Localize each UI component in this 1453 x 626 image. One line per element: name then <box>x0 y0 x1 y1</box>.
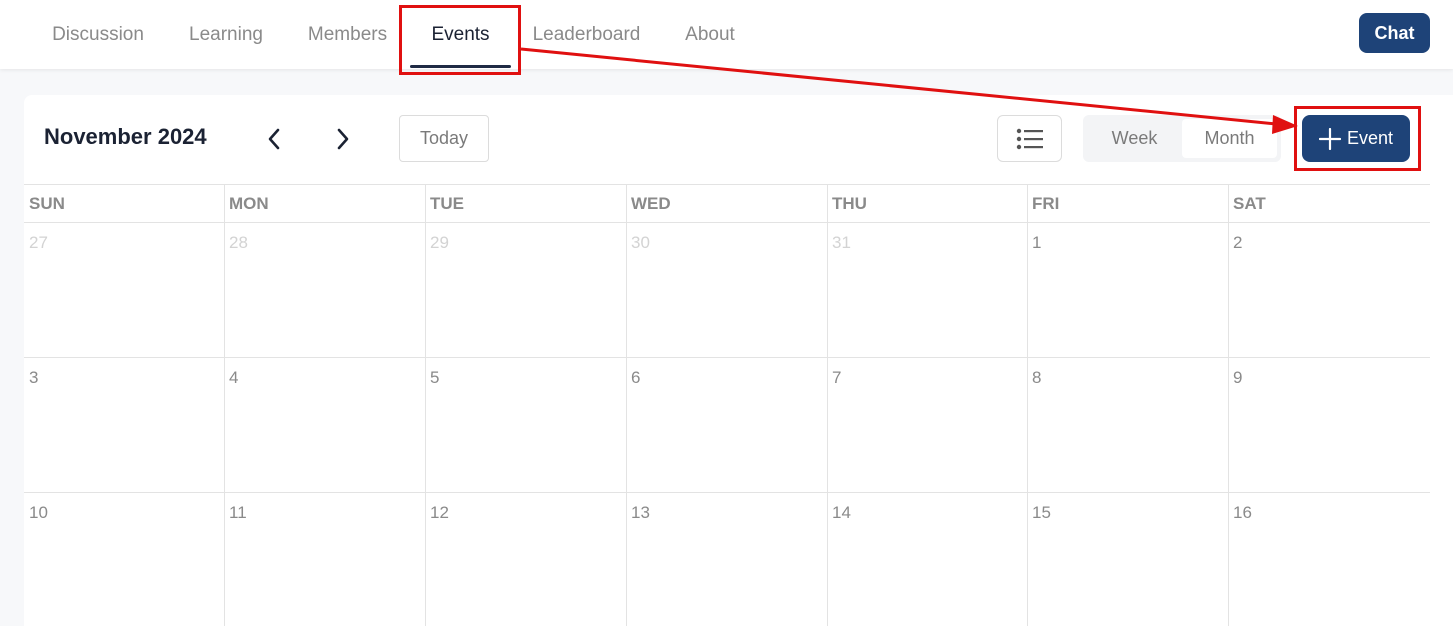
day-number: 9 <box>1233 368 1243 387</box>
day-cell[interactable]: 28 <box>225 223 425 357</box>
day-cell[interactable]: 5 <box>426 358 626 492</box>
next-month-button[interactable] <box>328 122 358 156</box>
tab-members[interactable]: Members <box>305 0 390 69</box>
day-cell[interactable]: 15 <box>1028 493 1228 626</box>
chat-button[interactable]: Chat <box>1359 13 1430 53</box>
day-cell[interactable]: 8 <box>1028 358 1228 492</box>
tab-discussion[interactable]: Discussion <box>49 0 147 69</box>
add-event-label: Event <box>1346 128 1394 148</box>
day-cell[interactable]: 30 <box>627 223 827 357</box>
day-number: 14 <box>832 503 851 522</box>
day-number: 8 <box>1032 368 1042 387</box>
tab-learning[interactable]: Learning <box>187 0 265 69</box>
day-number: 3 <box>29 368 39 387</box>
today-button[interactable]: Today <box>399 115 489 162</box>
weekday-header-tue: TUE <box>430 194 464 213</box>
weekday-header-wed: WED <box>631 194 671 213</box>
view-toggle: Week Month <box>1083 115 1281 162</box>
chevron-left-icon <box>268 128 280 150</box>
day-number: 10 <box>29 503 48 522</box>
day-number: 7 <box>832 368 842 387</box>
weekday-header-mon: MON <box>229 194 269 213</box>
list-icon <box>1016 128 1043 149</box>
day-cell[interactable]: 31 <box>828 223 1027 357</box>
day-number: 2 <box>1233 233 1243 252</box>
day-number: 27 <box>29 233 48 252</box>
day-number: 1 <box>1032 233 1042 252</box>
day-cell[interactable]: 12 <box>426 493 626 626</box>
day-cell[interactable]: 14 <box>828 493 1027 626</box>
day-cell[interactable]: 27 <box>25 223 224 357</box>
list-view-button[interactable] <box>997 115 1062 162</box>
day-cell[interactable]: 10 <box>25 493 224 626</box>
tab-leaderboard[interactable]: Leaderboard <box>530 0 643 69</box>
active-tab-indicator <box>410 65 511 68</box>
day-cell[interactable]: 9 <box>1229 358 1430 492</box>
day-cell[interactable]: 6 <box>627 358 827 492</box>
day-cell[interactable]: 2 <box>1229 223 1430 357</box>
day-number: 4 <box>229 368 239 387</box>
day-number: 6 <box>631 368 641 387</box>
day-number: 13 <box>631 503 650 522</box>
day-number: 11 <box>229 503 247 522</box>
day-cell[interactable]: 7 <box>828 358 1027 492</box>
prev-month-button[interactable] <box>259 122 289 156</box>
day-cell[interactable]: 29 <box>426 223 626 357</box>
day-cell[interactable]: 4 <box>225 358 425 492</box>
day-cell[interactable]: 11 <box>225 493 425 626</box>
day-cell[interactable]: 13 <box>627 493 827 626</box>
chevron-right-icon <box>337 128 349 150</box>
day-number: 29 <box>430 233 449 252</box>
plus-icon <box>1318 127 1341 150</box>
day-number: 12 <box>430 503 449 522</box>
day-number: 5 <box>430 368 440 387</box>
day-cell[interactable]: 1 <box>1028 223 1228 357</box>
weekday-header-fri: FRI <box>1032 194 1060 213</box>
day-number: 28 <box>229 233 248 252</box>
tab-about[interactable]: About <box>683 0 737 69</box>
weekday-header-sun: SUN <box>29 194 65 213</box>
day-number: 15 <box>1032 503 1051 522</box>
view-month-option[interactable]: Month <box>1182 119 1277 158</box>
month-title: November 2024 <box>44 124 207 149</box>
day-number: 31 <box>832 233 851 252</box>
add-event-button[interactable]: Event <box>1302 115 1410 162</box>
top-nav: Discussion Learning Members Events Leade… <box>0 0 1453 69</box>
weekday-header-sat: SAT <box>1233 194 1266 213</box>
view-week-option[interactable]: Week <box>1087 119 1182 158</box>
day-cell[interactable]: 16 <box>1229 493 1430 626</box>
tab-events[interactable]: Events <box>410 0 511 69</box>
day-number: 30 <box>631 233 650 252</box>
day-cell[interactable]: 3 <box>25 358 224 492</box>
day-number: 16 <box>1233 503 1252 522</box>
weekday-header-thu: THU <box>832 194 867 213</box>
grid-hline <box>24 184 1430 185</box>
